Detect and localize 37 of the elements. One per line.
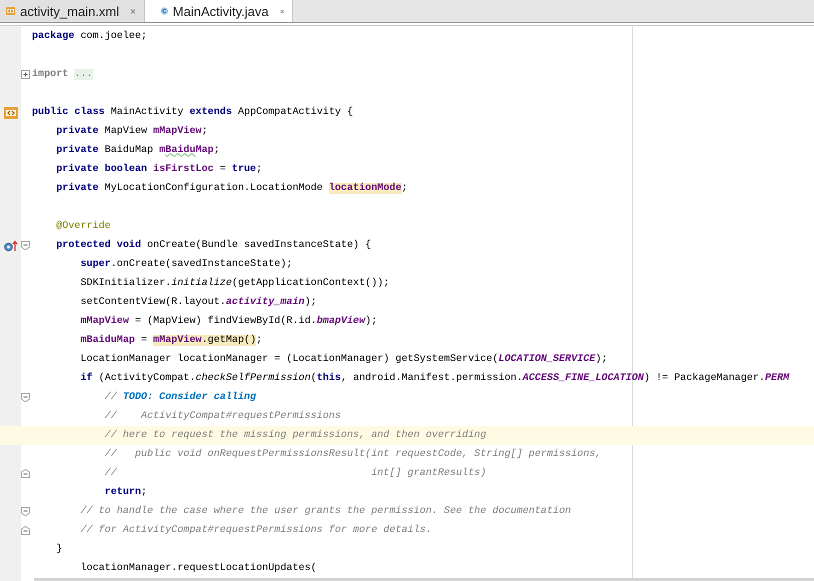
code-line: import ... xyxy=(32,68,93,82)
code-line: // for ActivityCompat#requestPermissions for more details. xyxy=(80,524,432,538)
collapse-fold-icon[interactable] xyxy=(21,468,30,478)
code-line: private boolean isFirstLoc = true; xyxy=(56,162,262,176)
editor-tab[interactable]: activity_main.xml xyxy=(0,0,145,22)
code-line: } xyxy=(56,542,62,556)
code-line: super.onCreate(savedInstanceState); xyxy=(80,258,292,272)
code-line: public class MainActivity extends AppCompatActivity { xyxy=(32,106,354,120)
code-line: private BaiduMap mBaiduMap; xyxy=(56,144,220,158)
code-line: private MyLocationConfiguration.LocationMode locationMode; xyxy=(56,182,408,196)
code-line: mMapView = (MapView) findViewById(R.id.bmapView); xyxy=(80,314,378,328)
code-line: private MapView mMapView; xyxy=(56,124,208,138)
code-line: package com.joelee; xyxy=(32,30,148,44)
code-line: mBaiduMap = mMapView.getMap(); xyxy=(80,334,262,348)
collapse-fold-icon[interactable] xyxy=(21,526,30,536)
code-line: LocationManager locationManager = (LocationManager) getSystemService(LOCATION_SERVICE); xyxy=(80,352,608,366)
code-line: // int[] grantResults) xyxy=(104,466,486,480)
code-line: @Override xyxy=(56,220,111,234)
code-line: return; xyxy=(104,486,148,500)
collapse-fold-icon[interactable] xyxy=(21,392,30,402)
code-line: setContentView(R.layout.activity_main); xyxy=(80,296,317,310)
xml-file-icon xyxy=(6,4,16,18)
code-line: // ActivityCompat#requestPermissions xyxy=(104,410,341,424)
code-line: SDKInitializer.initialize(getApplicationContext()); xyxy=(80,276,390,290)
override-marker-icon[interactable] xyxy=(4,240,18,252)
editor-tab[interactable]: MainActivity.java xyxy=(145,0,293,22)
code-line: protected void onCreate(Bundle savedInstanceState) { xyxy=(56,238,372,252)
collapse-fold-icon[interactable] xyxy=(21,240,30,250)
close-icon[interactable] xyxy=(130,6,136,16)
collapse-fold-icon[interactable] xyxy=(21,506,30,516)
code-line: // TODO: Consider calling xyxy=(104,390,256,404)
code-line: if (ActivityCompat.checkSelfPermission(this, android.Manifest.permission.ACCESS_FINE_LOCATION) != PackageManager.PERM xyxy=(80,372,790,386)
code-line: locationManager.requestLocationUpdates( xyxy=(80,562,317,576)
code-line: // public void onRequestPermissionsResult(int requestCode, String[] permissions, xyxy=(104,448,602,462)
code-line: // to handle the case where the user grants the permission. See the documentation xyxy=(80,504,572,518)
code-line: // here to request the missing permissions, and then overriding xyxy=(104,428,486,442)
expand-fold-icon[interactable] xyxy=(21,70,30,80)
